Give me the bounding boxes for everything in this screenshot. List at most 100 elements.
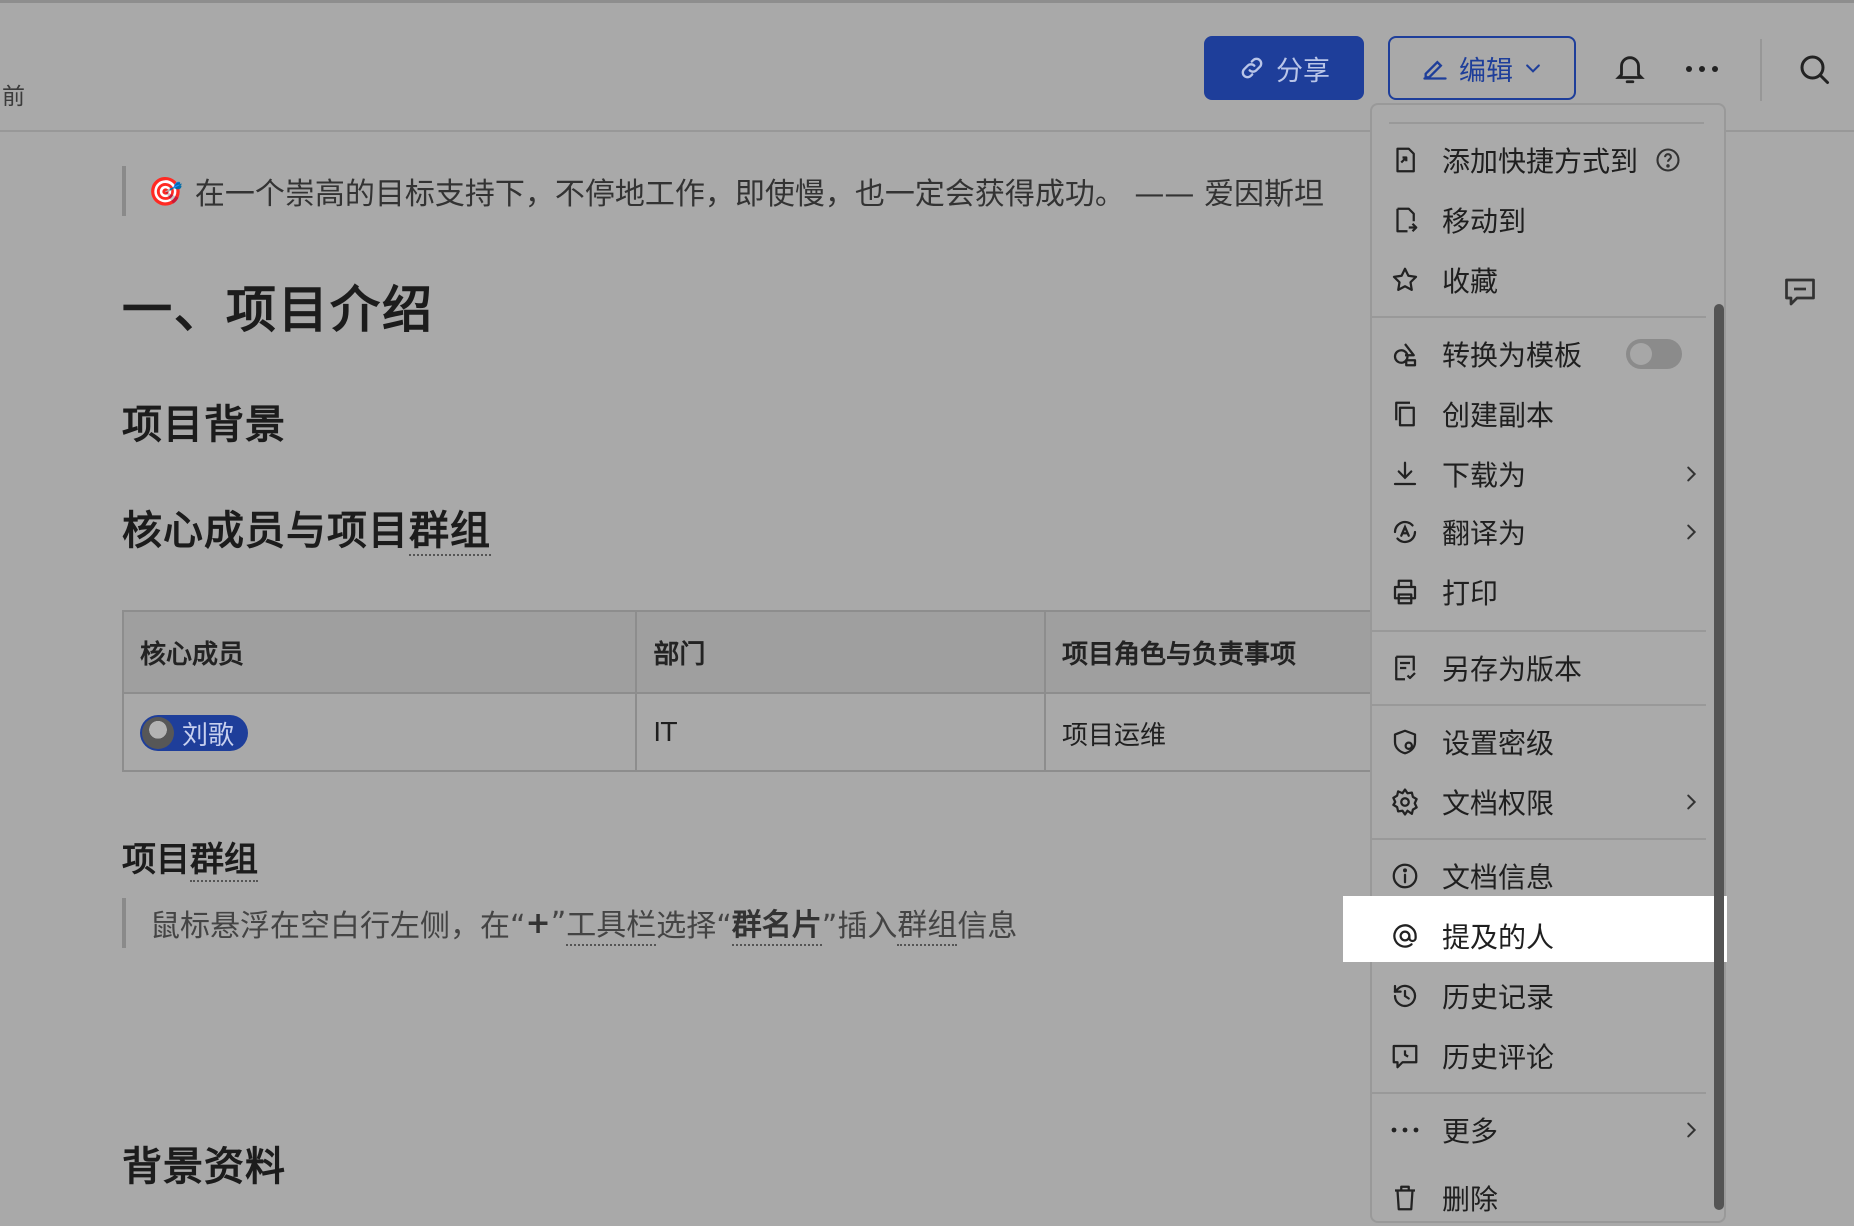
table-header-cell: 部门	[637, 612, 1047, 692]
table-header-cell: 核心成员	[124, 612, 638, 692]
download-icon	[1388, 457, 1422, 491]
menu-item-move-to[interactable]: 移动到	[1388, 192, 1708, 248]
chevron-right-icon	[1680, 504, 1702, 560]
version-icon	[1388, 651, 1422, 685]
help-icon[interactable]	[1654, 132, 1682, 188]
menu-item-label: 历史评论	[1442, 1041, 1555, 1074]
menu-item-label: 移动到	[1442, 205, 1527, 238]
translate-icon	[1388, 515, 1422, 549]
copy-icon	[1388, 397, 1422, 431]
menu-divider	[1370, 838, 1706, 840]
menu-item-label: 文档信息	[1442, 861, 1555, 894]
more-options-icon[interactable]	[1680, 47, 1724, 91]
gear-icon	[1388, 785, 1422, 819]
last-edited-time: 前	[2, 84, 25, 110]
menu-item-label: 添加快捷方式到	[1442, 145, 1639, 178]
hint-group-card-term: 群名片	[731, 900, 822, 946]
menu-item-label: 创建副本	[1442, 399, 1555, 432]
menu-item-label: 更多	[1442, 1115, 1499, 1148]
menu-item-translate-to[interactable]: 翻译为	[1388, 504, 1708, 560]
menu-divider	[1370, 1092, 1706, 1094]
edit-mode-button[interactable]: 编辑	[1388, 36, 1576, 100]
menu-scrollbar[interactable]	[1714, 304, 1724, 1210]
members-heading: 核心成员与项目群组	[122, 498, 491, 556]
menu-item-label: 收藏	[1442, 265, 1499, 298]
background-heading: 项目背景	[122, 402, 286, 448]
menu-item-label: 另存为版本	[1442, 653, 1583, 686]
target-icon: 🎯	[148, 174, 183, 208]
menu-item-download-as[interactable]: 下载为	[1388, 446, 1708, 502]
members-heading-text: 核心成员与项目	[122, 508, 409, 554]
menu-item-mentioned-people[interactable]: 提及的人	[1388, 908, 1708, 964]
materials-heading: 背景资料	[122, 1144, 286, 1190]
more-icon	[1388, 1113, 1422, 1147]
share-label: 分享	[1276, 55, 1330, 87]
menu-item-delete[interactable]: 删除	[1388, 1170, 1708, 1226]
print-icon	[1388, 575, 1422, 609]
hint-plus: +	[525, 905, 551, 941]
hint-text: ”	[550, 905, 567, 941]
menu-item-add-shortcut[interactable]: 添加快捷方式到	[1388, 132, 1708, 188]
user-mention-chip[interactable]: 刘歌	[140, 715, 249, 751]
hint-text: 选择“	[656, 909, 732, 944]
chevron-right-icon	[1680, 774, 1702, 830]
menu-item-label: 转换为模板	[1442, 339, 1583, 372]
move-icon	[1388, 203, 1422, 237]
menu-divider	[1370, 316, 1706, 318]
menu-item-favorite[interactable]: 收藏	[1388, 252, 1708, 308]
at-icon	[1388, 919, 1422, 953]
menu-item-label: 历史记录	[1442, 981, 1555, 1014]
info-icon	[1388, 859, 1422, 893]
template-icon	[1388, 337, 1422, 371]
motto-quote: 🎯 在一个崇高的目标支持下，不停地工作，即使慢，也一定会获得成功。 —— 爱因斯…	[122, 166, 1324, 216]
menu-item-history[interactable]: 历史记录	[1388, 968, 1708, 1024]
menu-item-security-level[interactable]: 设置密级	[1388, 714, 1708, 770]
chevron-down-icon	[1523, 58, 1543, 78]
members-heading-group-term: 群组	[409, 508, 491, 556]
hint-text: 鼠标悬浮在空白行左侧，在“	[150, 909, 526, 944]
menu-item-doc-info[interactable]: 文档信息	[1388, 848, 1708, 904]
comment-icon[interactable]	[1782, 274, 1818, 310]
header-divider	[1760, 39, 1762, 101]
menu-divider	[1389, 122, 1704, 124]
member-name: 刘歌	[182, 720, 235, 751]
shortcut-icon	[1388, 143, 1422, 177]
chevron-right-icon	[1680, 1102, 1702, 1158]
menu-divider	[1370, 630, 1706, 632]
bell-icon[interactable]	[1608, 47, 1652, 91]
menu-item-label: 设置密级	[1442, 727, 1555, 760]
menu-divider	[1370, 704, 1706, 706]
group-heading: 项目群组	[122, 832, 258, 882]
security-level-icon	[1388, 725, 1422, 759]
menu-item-more[interactable]: 更多	[1388, 1102, 1708, 1158]
share-button[interactable]: 分享	[1204, 36, 1364, 100]
group-heading-group-term: 群组	[190, 840, 258, 882]
chevron-right-icon	[1680, 446, 1702, 502]
menu-item-label: 打印	[1442, 577, 1499, 610]
section-title: 一、项目介绍	[122, 281, 434, 339]
menu-item-save-version[interactable]: 另存为版本	[1388, 640, 1708, 696]
avatar	[142, 717, 174, 749]
search-icon[interactable]	[1792, 47, 1836, 91]
table-header-cell: 项目角色与负责事项	[1062, 639, 1297, 670]
menu-item-label: 翻译为	[1442, 517, 1527, 550]
table-row: 刘歌 IT 项目运维	[124, 694, 1370, 772]
dept-cell: IT	[637, 694, 1047, 772]
edit-label: 编辑	[1459, 55, 1513, 87]
template-toggle[interactable]	[1626, 339, 1682, 369]
pen-icon	[1421, 54, 1449, 82]
link-icon	[1238, 54, 1266, 82]
hint-group-term: 群组	[897, 900, 958, 946]
menu-item-label: 文档权限	[1442, 787, 1555, 820]
group-hint-quote: 鼠标悬浮在空白行左侧，在“ +” 工具栏 选择“ 群名片 ”插入 群组 信息	[122, 898, 1017, 948]
menu-item-label: 删除	[1442, 1183, 1499, 1216]
menu-item-convert-template[interactable]: 转换为模板	[1388, 326, 1708, 382]
motto-text: 在一个崇高的目标支持下，不停地工作，即使慢，也一定会获得成功。 —— 爱因斯坦	[194, 177, 1324, 212]
hint-text: 信息	[957, 909, 1018, 944]
menu-item-print[interactable]: 打印	[1388, 564, 1708, 620]
menu-item-duplicate[interactable]: 创建副本	[1388, 386, 1708, 442]
hint-toolbar-term: 工具栏	[566, 900, 657, 946]
menu-item-history-comments[interactable]: 历史评论	[1388, 1028, 1708, 1084]
table-header-row: 核心成员 部门 项目角色与负责事项	[124, 612, 1370, 694]
menu-item-doc-permissions[interactable]: 文档权限	[1388, 774, 1708, 830]
